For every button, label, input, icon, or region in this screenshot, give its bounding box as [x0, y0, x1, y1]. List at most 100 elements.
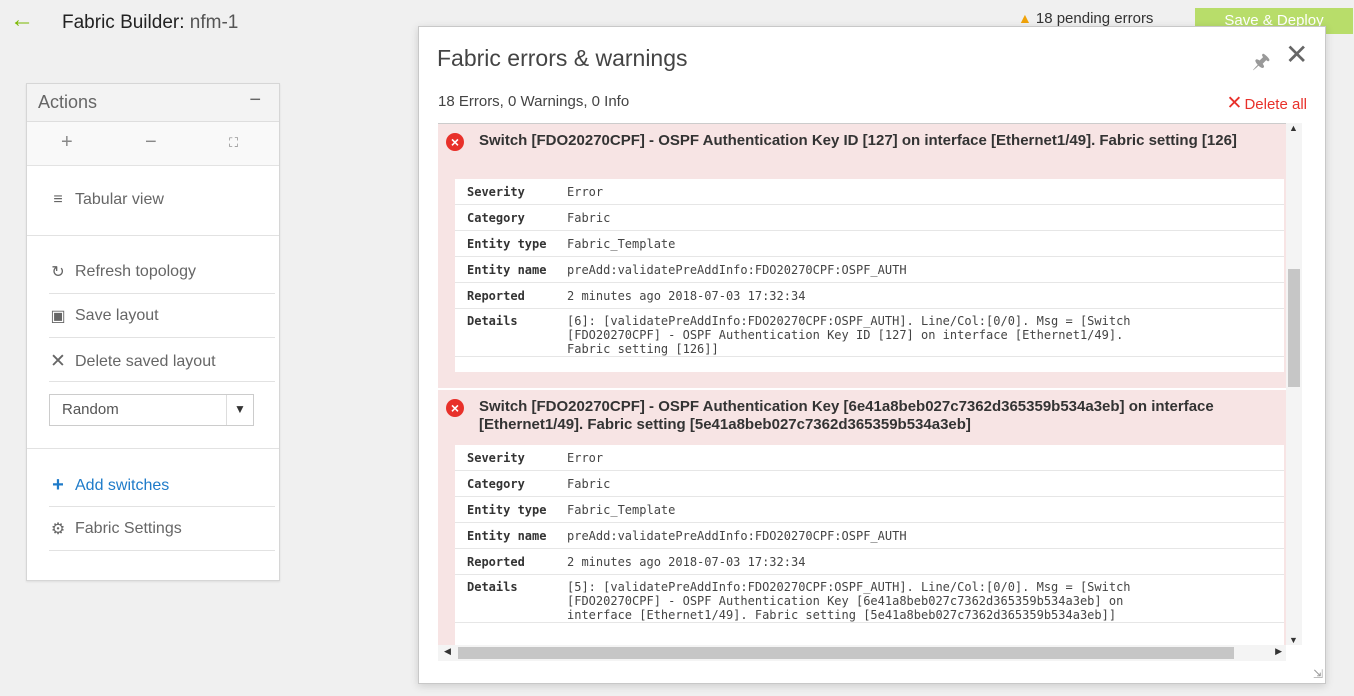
- table-row: Category Fabric: [455, 470, 1284, 497]
- save-icon: ▣: [50, 308, 66, 325]
- entity-type-value: Fabric_Template: [567, 230, 1284, 257]
- divider: [49, 337, 275, 338]
- table-row: Entity name preAdd:validatePreAddInfo:FDO…: [455, 256, 1284, 283]
- details-line: [5]: [validatePreAddInfo:FDO20270CPF:OSP…: [567, 580, 1131, 594]
- details-line: [FDO20270CPF] - OSPF Authentication Key …: [567, 328, 1124, 342]
- details-line: Fabric setting [126]]: [567, 342, 719, 356]
- category-value: Fabric: [567, 470, 1284, 497]
- table-row: Details [6]: [validatePreAddInfo:FDO20270…: [455, 308, 1284, 357]
- severity-label: Severity: [455, 179, 567, 205]
- details-value: [5]: [validatePreAddInfo:FDO20270CPF:OSP…: [567, 574, 1284, 623]
- pending-errors-label: 18 pending errors: [1035, 10, 1154, 27]
- scroll-down-icon[interactable]: ▼: [1289, 635, 1298, 645]
- scroll-left-icon[interactable]: ◀: [444, 646, 451, 657]
- warning-icon: ▲: [1018, 10, 1032, 26]
- fit-to-screen-icon[interactable]: ⛶: [229, 135, 238, 151]
- divider: [49, 381, 275, 382]
- resize-handle-icon[interactable]: ⇲: [1313, 667, 1323, 681]
- table-row: Severity Error: [455, 445, 1284, 471]
- table-row: Entity type Fabric_Template: [455, 496, 1284, 523]
- error-details: Severity Error Category Fabric Entity type…: [455, 445, 1284, 646]
- delete-saved-layout-label: Delete saved layout: [75, 352, 216, 370]
- error-title: × Switch [FDO20270CPF] - OSPF Authentica…: [438, 124, 1286, 156]
- errors-summary: 18 Errors, 0 Warnings, 0 Info: [438, 93, 630, 110]
- zoom-toolbar: + − ⛶: [27, 122, 279, 166]
- scroll-thumb[interactable]: [458, 647, 1234, 659]
- severity-value: Error: [567, 179, 1284, 205]
- add-switches-button[interactable]: + Add switches: [49, 474, 169, 497]
- page-title-label: Fabric Builder:: [62, 12, 185, 33]
- layout-select[interactable]: Random ▼: [49, 394, 254, 426]
- entity-type-label: Entity type: [455, 496, 567, 523]
- delete-saved-layout-button[interactable]: ✕ Delete saved layout: [49, 350, 216, 373]
- table-row: Severity Error: [455, 179, 1284, 205]
- errors-list[interactable]: × Switch [FDO20270CPF] - OSPF Authentica…: [438, 123, 1286, 646]
- table-row: Entity type Fabric_Template: [455, 230, 1284, 257]
- actions-header: Actions −: [27, 84, 279, 122]
- horizontal-scrollbar[interactable]: ◀ ▶: [438, 645, 1286, 661]
- actions-title: Actions: [38, 92, 98, 112]
- refresh-topology-button[interactable]: ↻ Refresh topology: [49, 262, 196, 282]
- list-icon: ≡: [53, 191, 63, 208]
- divider: [27, 235, 279, 236]
- scroll-up-icon[interactable]: ▲: [1289, 123, 1298, 133]
- entity-name-label: Entity name: [455, 256, 567, 283]
- chevron-down-icon: ▼: [226, 395, 253, 425]
- fabric-settings-label: Fabric Settings: [75, 520, 182, 537]
- table-row: Category Fabric: [455, 204, 1284, 231]
- fabric-name: nfm-1: [189, 12, 239, 33]
- close-button[interactable]: ✕: [1285, 41, 1308, 69]
- category-label: Category: [455, 470, 567, 497]
- table-row: Entity name preAdd:validatePreAddInfo:FDO…: [455, 522, 1284, 549]
- pending-errors-link[interactable]: ▲ 18 pending errors: [1018, 10, 1153, 27]
- divider: [27, 448, 279, 449]
- table-row: Reported 2 minutes ago 2018-07-03 17:32:3…: [455, 282, 1284, 309]
- fabric-settings-button[interactable]: ⚙ Fabric Settings: [49, 519, 182, 539]
- save-layout-label: Save layout: [75, 307, 159, 324]
- details-label: Details: [455, 308, 567, 357]
- actions-panel: Actions − + − ⛶ ≡ Tabular view ↻ Refresh…: [26, 83, 280, 581]
- refresh-icon: ↻: [51, 264, 65, 281]
- category-value: Fabric: [567, 204, 1284, 231]
- tabular-view-button[interactable]: ≡ Tabular view: [49, 191, 164, 209]
- add-switches-label: Add switches: [75, 476, 170, 494]
- error-details: Severity Error Category Fabric Entity type…: [455, 179, 1284, 372]
- delete-all-label: Delete all: [1244, 96, 1307, 113]
- vertical-scrollbar[interactable]: ▲ ▼: [1286, 123, 1302, 645]
- scroll-thumb[interactable]: [1288, 269, 1300, 387]
- entity-name-value: preAdd:validatePreAddInfo:FDO20270CPF:OS…: [567, 522, 1284, 549]
- zoom-in-button[interactable]: +: [61, 131, 73, 154]
- entity-name-value: preAdd:validatePreAddInfo:FDO20270CPF:OS…: [567, 256, 1284, 283]
- tabular-view-label: Tabular view: [75, 191, 164, 208]
- severity-label: Severity: [455, 445, 567, 471]
- layout-select-value: Random: [62, 401, 119, 418]
- error-item[interactable]: × Switch [FDO20270CPF] - OSPF Authentica…: [438, 124, 1286, 388]
- error-details-table: Severity Error Category Fabric Entity type…: [455, 179, 1284, 357]
- divider: [49, 293, 275, 294]
- details-line: [FDO20270CPF] - OSPF Authentication Key …: [567, 594, 1124, 608]
- save-layout-button[interactable]: ▣ Save layout: [49, 306, 159, 326]
- error-icon: ×: [446, 399, 464, 417]
- error-icon: ×: [446, 133, 464, 151]
- error-item[interactable]: × Switch [FDO20270CPF] - OSPF Authentica…: [438, 390, 1286, 646]
- table-row: Reported 2 minutes ago 2018-07-03 17:32:3…: [455, 548, 1284, 575]
- details-label: Details: [455, 574, 567, 623]
- reported-value: 2 minutes ago 2018-07-03 17:32:34: [567, 548, 1284, 575]
- details-line: [6]: [validatePreAddInfo:FDO20270CPF:OSP…: [567, 314, 1131, 328]
- zoom-out-button[interactable]: −: [145, 131, 157, 154]
- details-line: interface [Ethernet1/49]. Fabric setting…: [567, 608, 1117, 622]
- collapse-button[interactable]: −: [249, 89, 261, 112]
- delete-icon: ✕: [1226, 93, 1243, 114]
- entity-type-label: Entity type: [455, 230, 567, 257]
- plus-icon: +: [52, 474, 64, 496]
- error-title: × Switch [FDO20270CPF] - OSPF Authentica…: [438, 390, 1286, 440]
- entity-type-value: Fabric_Template: [567, 496, 1284, 523]
- close-icon: ✕: [50, 351, 66, 372]
- scroll-right-icon[interactable]: ▶: [1275, 646, 1282, 657]
- back-arrow-icon[interactable]: ←: [10, 8, 34, 32]
- delete-all-button[interactable]: ✕ Delete all: [1227, 92, 1307, 115]
- dialog-title: Fabric errors & warnings: [437, 45, 688, 71]
- pin-icon[interactable]: 🖈: [1252, 47, 1271, 81]
- page-title: Fabric Builder: nfm-1: [62, 12, 238, 34]
- divider: [49, 506, 275, 507]
